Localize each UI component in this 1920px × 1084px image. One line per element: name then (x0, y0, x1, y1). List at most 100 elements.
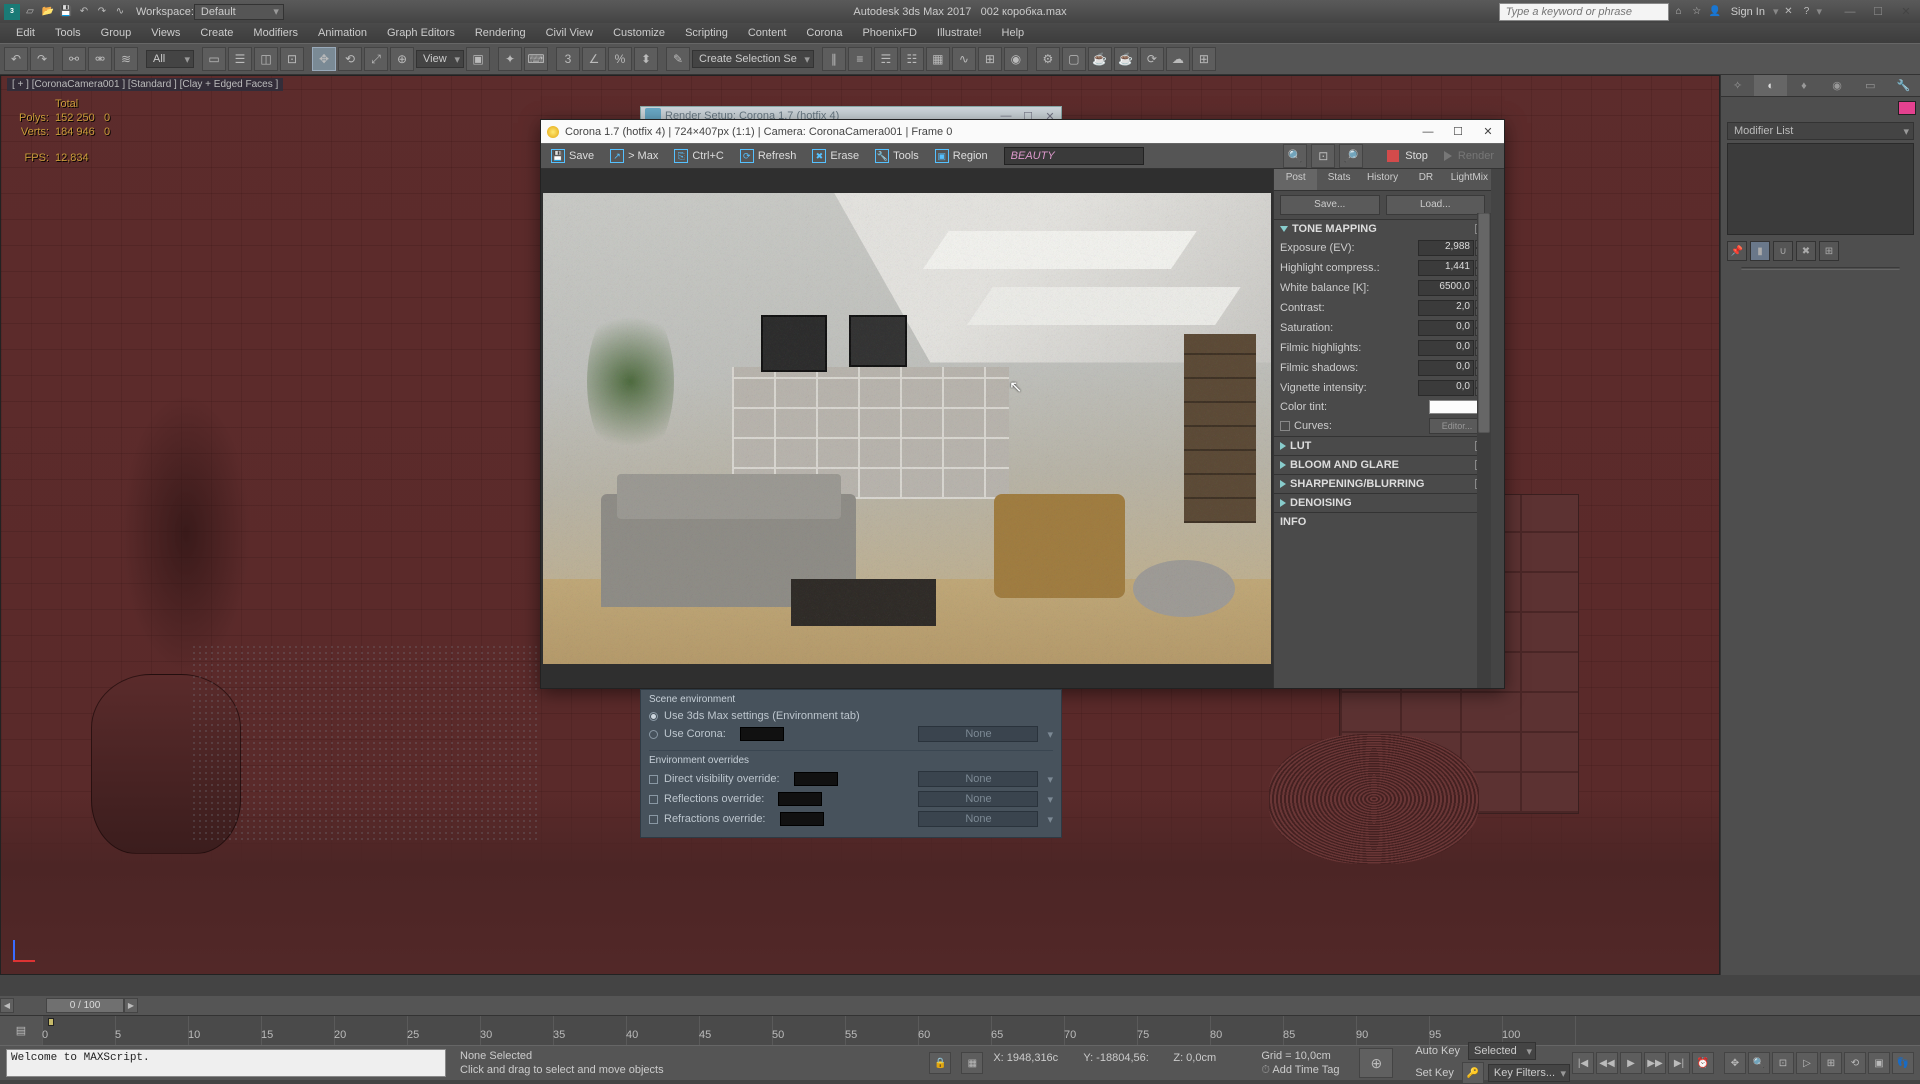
vfb-tab-history[interactable]: History (1361, 169, 1404, 190)
next-frame-button[interactable]: ▶▶ (1644, 1052, 1666, 1074)
time-config-button[interactable]: ⏰ (1692, 1052, 1714, 1074)
menu-customize[interactable]: Customize (603, 24, 675, 42)
cp-tab-modify[interactable]: ◐ (1754, 75, 1787, 96)
render-prod-button[interactable]: ☕ (1088, 47, 1112, 71)
direct-map[interactable]: None (918, 771, 1038, 787)
angle-snap-button[interactable]: ∠ (582, 47, 606, 71)
minimize-button[interactable]: — (1836, 2, 1864, 22)
signin-label[interactable]: Sign In (1725, 6, 1771, 18)
redo-button[interactable]: ↷ (30, 47, 54, 71)
ribbon-button[interactable]: ▦ (926, 47, 950, 71)
curve-editor-button[interactable]: ∿ (952, 47, 976, 71)
modifier-list-combo[interactable]: Modifier List (1727, 122, 1914, 140)
vfb-tomax-button[interactable]: ↗> Max (604, 146, 664, 166)
manipulate-button[interactable]: ✦ (498, 47, 522, 71)
panel-divider[interactable] (1741, 267, 1900, 270)
activeshade-button[interactable]: ⟳ (1140, 47, 1164, 71)
env-corona-map[interactable]: None (918, 726, 1038, 742)
coord-z[interactable]: Z: 0,0cm (1173, 1052, 1253, 1074)
fov-button[interactable]: ▷ (1796, 1052, 1818, 1074)
cp-tab-motion[interactable]: ◉ (1821, 75, 1854, 96)
menu-phoenixfd[interactable]: PhoenixFD (852, 24, 926, 42)
pivot-button[interactable]: ▣ (466, 47, 490, 71)
render-iter-button[interactable]: ☕ (1114, 47, 1138, 71)
help-icon[interactable]: ? (1798, 4, 1814, 20)
vfb-erase-button[interactable]: ✖Erase (806, 146, 865, 166)
menu-corona[interactable]: Corona (796, 24, 852, 42)
vfb-pass-combo[interactable]: BEAUTY (1004, 147, 1144, 165)
goto-end-button[interactable]: ▶| (1668, 1052, 1690, 1074)
trackbar-toggle[interactable]: ▤ (0, 1016, 42, 1045)
percent-snap-button[interactable]: % (608, 47, 632, 71)
ts-next[interactable]: ▶ (124, 998, 138, 1013)
align-button[interactable]: ≡ (848, 47, 872, 71)
vfb-zoomfit-button[interactable]: ⊡ (1311, 144, 1335, 168)
menu-illustrate[interactable]: Illustrate! (927, 24, 992, 42)
isolate-button[interactable]: ⊕ (1359, 1048, 1393, 1078)
track-bar[interactable]: ▤ 05101520253035404550556065707580859095… (0, 1015, 1920, 1045)
signin-icon[interactable]: 👤 (1707, 4, 1723, 20)
pan-button[interactable]: ✥ (1724, 1052, 1746, 1074)
layer-explorer-button[interactable]: ☷ (900, 47, 924, 71)
menu-rendering[interactable]: Rendering (465, 24, 536, 42)
menu-grapheditors[interactable]: Graph Editors (377, 24, 465, 42)
vfb-zoomout-button[interactable]: 🔍 (1283, 144, 1307, 168)
group-tonemapping[interactable]: TONE MAPPING (1274, 220, 1491, 238)
save-icon[interactable]: 💾 (58, 4, 74, 20)
cp-tab-utilities[interactable]: 🔧 (1887, 75, 1920, 96)
redo-icon[interactable]: ↷ (94, 4, 110, 20)
filmic-shadows-field[interactable]: 0,0 (1418, 360, 1474, 376)
undo-button[interactable]: ↶ (4, 47, 28, 71)
group-bloom[interactable]: BLOOM AND GLARE (1274, 456, 1491, 474)
autokey-mode[interactable]: Selected (1468, 1042, 1536, 1060)
schematic-button[interactable]: ⊞ (978, 47, 1002, 71)
vfb-stop-button[interactable]: Stop (1381, 146, 1434, 166)
vfb-render-view[interactable]: ↖ (541, 169, 1273, 688)
maximize-button[interactable]: ☐ (1864, 2, 1892, 22)
new-icon[interactable]: ▱ (22, 4, 38, 20)
menu-group[interactable]: Group (91, 24, 142, 42)
refl-override-check[interactable] (649, 795, 658, 804)
star-icon[interactable]: ☆ (1689, 4, 1705, 20)
object-color-swatch[interactable] (1898, 101, 1916, 115)
env-usecorona-radio[interactable] (649, 730, 658, 739)
rendered-frame-button[interactable]: ▢ (1062, 47, 1086, 71)
refr-override-check[interactable] (649, 815, 658, 824)
vfb-refresh-button[interactable]: ⟳Refresh (734, 146, 803, 166)
menu-edit[interactable]: Edit (6, 24, 45, 42)
walk-button[interactable]: 👣 (1892, 1052, 1914, 1074)
menu-help[interactable]: Help (992, 24, 1035, 42)
modifier-stack[interactable] (1727, 143, 1914, 235)
mirror-button[interactable]: ∥ (822, 47, 846, 71)
vfb-title-bar[interactable]: Corona 1.7 (hotfix 4) | 724×407px (1:1) … (541, 120, 1504, 143)
bind-button[interactable]: ≋ (114, 47, 138, 71)
material-editor-button[interactable]: ◉ (1004, 47, 1028, 71)
group-denoise[interactable]: DENOISING (1274, 494, 1491, 512)
configure-button[interactable]: ⊞ (1819, 241, 1839, 261)
vfb-settings-load[interactable]: Load... (1386, 195, 1486, 215)
undo-icon[interactable]: ↶ (76, 4, 92, 20)
whitebalance-field[interactable]: 6500,0 (1418, 280, 1474, 296)
exposure-field[interactable]: 2,988 (1418, 240, 1474, 256)
refl-map[interactable]: None (918, 791, 1038, 807)
filter-combo[interactable]: All (146, 50, 194, 68)
cp-tab-create[interactable]: ✧ (1721, 75, 1754, 96)
refr-color[interactable] (780, 812, 824, 826)
render-setup-button[interactable]: ⚙ (1036, 47, 1060, 71)
spinner-snap-button[interactable]: ⬍ (634, 47, 658, 71)
exchange-icon[interactable]: ✕ (1780, 4, 1796, 20)
setkey-key-button[interactable]: 🔑 (1462, 1062, 1484, 1084)
vfb-side-scrollbar[interactable] (1477, 213, 1491, 688)
coord-x[interactable]: X: 1948,316c (993, 1052, 1073, 1074)
maximize-viewport-button[interactable]: ▣ (1868, 1052, 1890, 1074)
menu-modifiers[interactable]: Modifiers (243, 24, 308, 42)
menu-scripting[interactable]: Scripting (675, 24, 738, 42)
vfb-tab-post[interactable]: Post (1274, 169, 1317, 190)
absolute-relative-button[interactable]: ▦ (961, 1052, 983, 1074)
select-object-button[interactable]: ▭ (202, 47, 226, 71)
vfb-tab-lightmix[interactable]: LightMix (1448, 169, 1491, 190)
ts-prev[interactable]: ◀ (0, 998, 14, 1013)
zoom-extents-button[interactable]: ⊡ (1772, 1052, 1794, 1074)
key-filters[interactable]: Key Filters... (1488, 1064, 1570, 1082)
time-slider[interactable]: ◀ 0 / 100 ▶ (0, 996, 1920, 1015)
